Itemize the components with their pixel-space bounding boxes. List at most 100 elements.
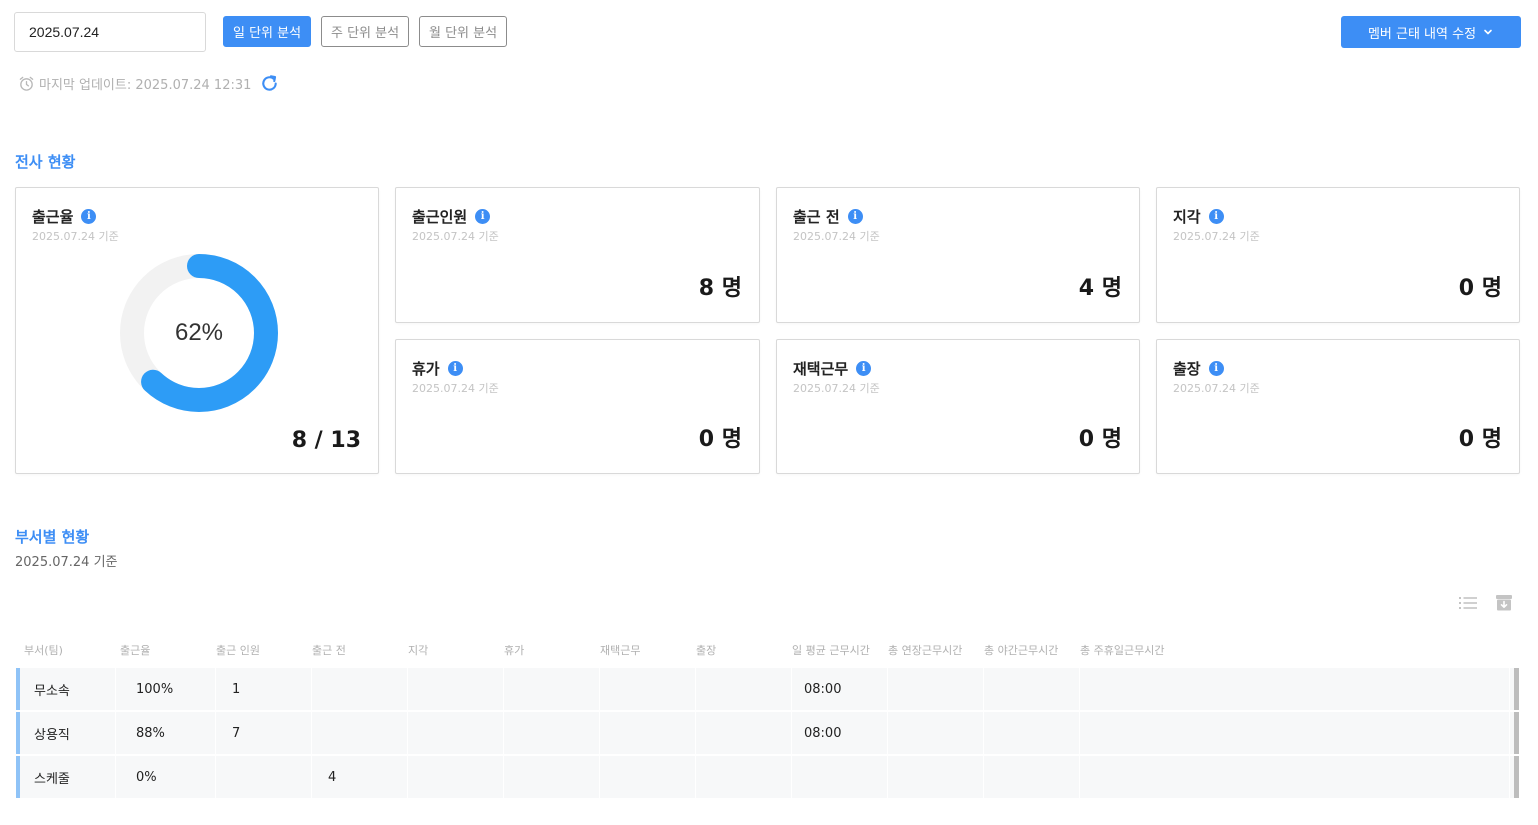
table-row[interactable]: 무소속 100% 1 08:00 [16, 668, 1519, 710]
row-scroll-marker [1514, 712, 1519, 754]
list-view-button[interactable] [1457, 592, 1479, 619]
card-label: 휴가 [412, 360, 440, 378]
card-date: 2025.07.24 기준 [1173, 382, 1260, 395]
card-value: 0 명 [1458, 276, 1502, 301]
table-cell: 상용직 [20, 712, 116, 754]
department-status-title: 부서별 현황 [15, 528, 90, 546]
refresh-icon[interactable] [259, 73, 280, 94]
table-row[interactable]: 스케줄 0% 4 [16, 756, 1519, 798]
table-cell [504, 668, 600, 710]
table-cell [888, 668, 984, 710]
card-before-check-in: 출근 전 i 2025.07.24 기준 4 명 [776, 187, 1140, 323]
company-status-title: 전사 현황 [15, 153, 76, 171]
attendance-percent: 62% [174, 319, 224, 346]
card-value: 4 명 [1078, 276, 1122, 301]
column-header[interactable]: 지각 [408, 642, 428, 658]
card-vacation: 휴가 i 2025.07.24 기준 0 명 [395, 339, 760, 474]
row-scroll-marker [1514, 668, 1519, 710]
table-cell: 08:00 [792, 712, 888, 754]
card-title: 출근율 i [32, 206, 97, 227]
column-header[interactable]: 휴가 [504, 642, 524, 658]
department-status-date: 2025.07.24 기준 [15, 555, 118, 570]
table-cell: 스케줄 [20, 756, 116, 798]
table-cell [696, 668, 792, 710]
table-cell: 100% [120, 668, 216, 710]
table-cell: 08:00 [792, 668, 888, 710]
tab-weekly-analysis[interactable]: 주 단위 분석 [321, 16, 410, 47]
edit-member-attendance-button[interactable]: 멤버 근태 내역 수정 [1341, 16, 1521, 48]
table-cell [696, 712, 792, 754]
card-date: 2025.07.24 기준 [412, 230, 499, 243]
table-cell [504, 756, 600, 798]
column-header[interactable]: 일 평균 근무시간 [792, 642, 870, 658]
column-header[interactable]: 출근 인원 [216, 642, 260, 658]
download-button[interactable] [1493, 592, 1515, 619]
column-header[interactable]: 출근율 [120, 642, 150, 658]
info-icon[interactable]: i [847, 209, 863, 224]
card-date: 2025.07.24 기준 [793, 230, 880, 243]
info-icon[interactable]: i [475, 209, 491, 224]
card-value: 0 명 [1078, 427, 1122, 452]
column-header[interactable]: 재택근무 [600, 642, 640, 658]
column-header[interactable]: 출근 전 [312, 642, 346, 658]
table-cell [1080, 668, 1510, 710]
info-icon[interactable]: i [81, 209, 97, 224]
card-date: 2025.07.24 기준 [412, 382, 499, 395]
edit-member-attendance-label: 멤버 근태 내역 수정 [1367, 26, 1477, 42]
table-cell [600, 712, 696, 754]
table-cell [312, 712, 408, 754]
table-cell: 7 [216, 712, 312, 754]
info-icon[interactable]: i [1208, 209, 1224, 224]
card-label: 출근인원 [412, 208, 468, 226]
table-cell [792, 756, 888, 798]
card-label: 출근 전 [793, 208, 840, 226]
card-label: 출장 [1173, 360, 1201, 378]
download-box-icon [1496, 595, 1512, 611]
table-cell [504, 712, 600, 754]
last-updated: 마지막 업데이트: 2025.07.24 12:31 [18, 74, 251, 93]
column-header[interactable]: 출장 [696, 642, 716, 658]
column-header[interactable]: 부서(팀) [24, 642, 63, 658]
tab-monthly-analysis[interactable]: 월 단위 분석 [419, 16, 508, 47]
card-label: 재택근무 [793, 360, 849, 378]
table-cell [216, 756, 312, 798]
info-icon[interactable]: i [447, 361, 463, 376]
department-table-header: 부서(팀) 출근율 출근 인원 출근 전 지각 휴가 재택근무 출장 일 평균 … [16, 642, 1516, 660]
row-scroll-marker [1514, 756, 1519, 798]
column-header[interactable]: 총 연장근무시간 [888, 642, 962, 658]
table-cell [600, 756, 696, 798]
tab-daily-analysis[interactable]: 일 단위 분석 [223, 16, 312, 47]
card-value: 8 명 [698, 276, 742, 301]
card-checked-in: 출근인원 i 2025.07.24 기준 8 명 [395, 187, 760, 323]
table-cell [408, 756, 504, 798]
chevron-down-icon [1484, 29, 1492, 35]
column-header[interactable]: 총 야간근무시간 [984, 642, 1058, 658]
info-icon[interactable]: i [856, 361, 872, 376]
column-header[interactable]: 총 주휴일근무시간 [1080, 642, 1164, 658]
card-label: 지각 [1173, 208, 1201, 226]
card-value: 0 명 [698, 427, 742, 452]
attendance-rate-label: 출근율 [32, 208, 74, 226]
date-input[interactable] [14, 12, 206, 52]
attendance-rate-card: 출근율 i 2025.07.24 기준 62% 8 / 13 [15, 187, 379, 474]
table-cell [984, 712, 1080, 754]
last-updated-text: 마지막 업데이트: 2025.07.24 12:31 [39, 78, 252, 93]
table-cell [888, 756, 984, 798]
table-cell [408, 712, 504, 754]
card-late: 지각 i 2025.07.24 기준 0 명 [1156, 187, 1520, 323]
table-cell: 무소속 [20, 668, 116, 710]
table-row[interactable]: 상용직 88% 7 08:00 [16, 712, 1519, 754]
card-remote-work: 재택근무 i 2025.07.24 기준 0 명 [776, 339, 1140, 474]
table-cell [408, 668, 504, 710]
card-business-trip: 출장 i 2025.07.24 기준 0 명 [1156, 339, 1520, 474]
info-icon[interactable]: i [1208, 361, 1224, 376]
table-cell [888, 712, 984, 754]
table-cell [984, 756, 1080, 798]
attendance-ratio: 8 / 13 [291, 428, 361, 453]
table-cell [696, 756, 792, 798]
card-value: 0 명 [1458, 427, 1502, 452]
card-date: 2025.07.24 기준 [1173, 230, 1260, 243]
table-cell: 1 [216, 668, 312, 710]
table-cell [1080, 756, 1510, 798]
table-cell [312, 668, 408, 710]
